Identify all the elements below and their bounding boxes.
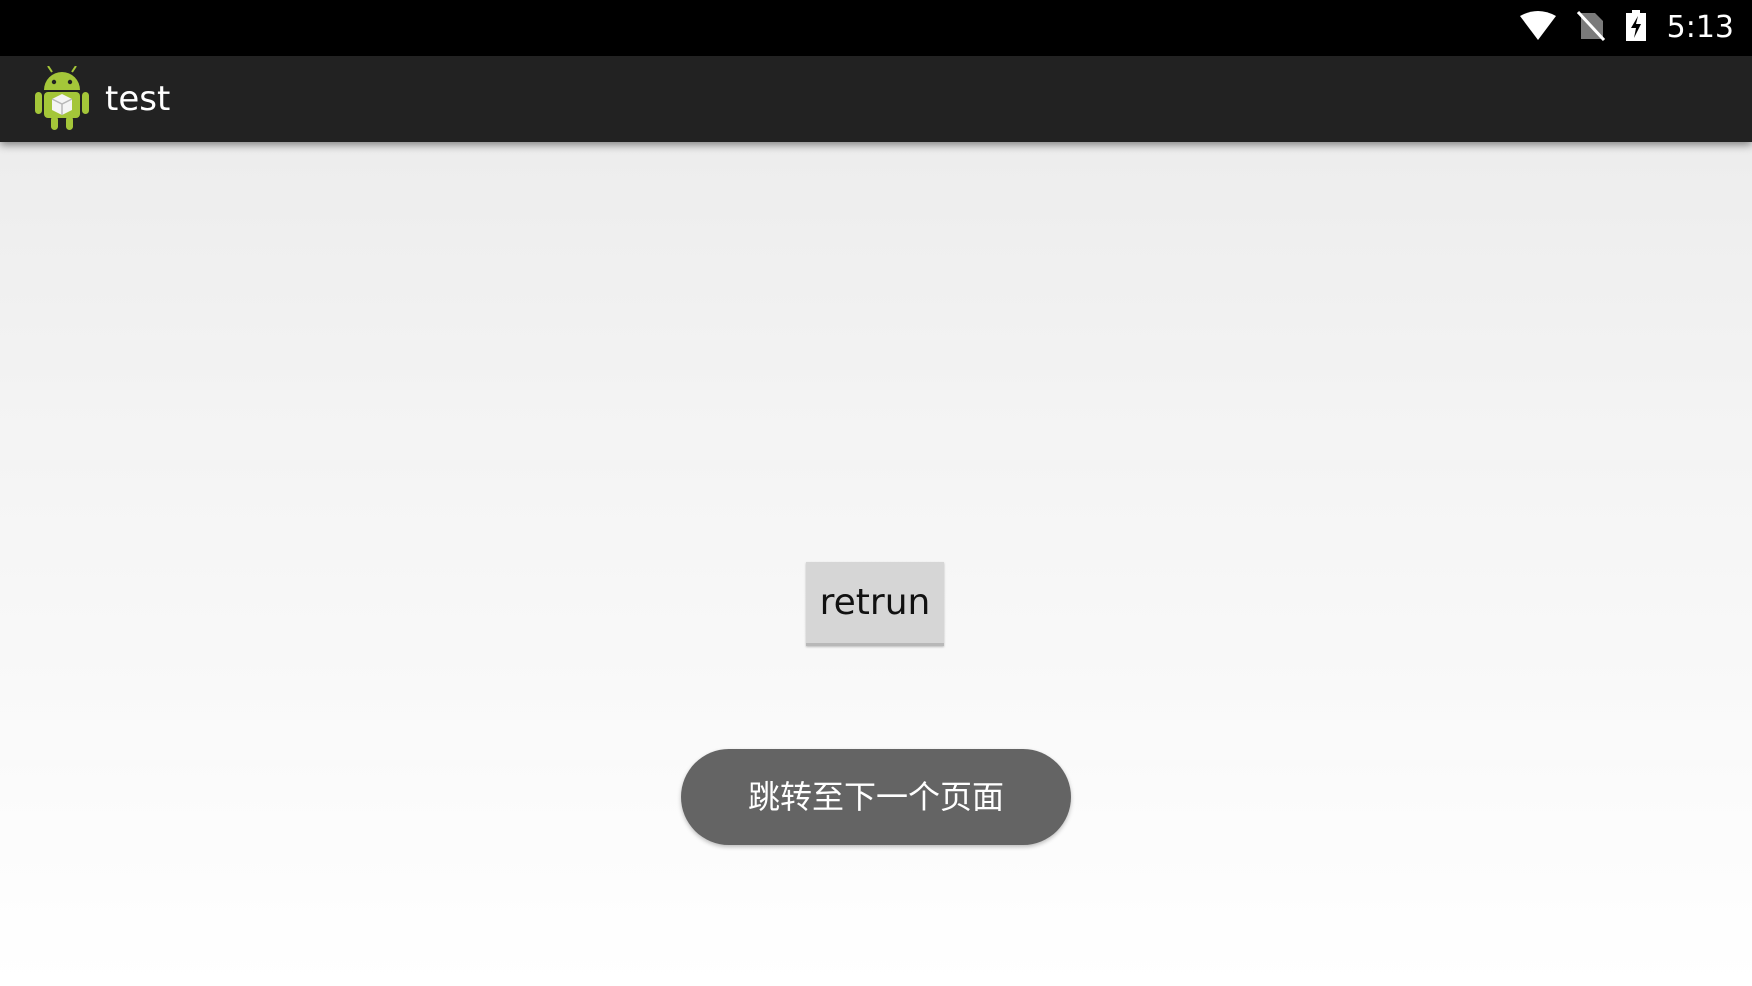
wifi-icon — [1519, 11, 1557, 45]
battery-charging-icon — [1625, 10, 1647, 46]
action-bar: test — [0, 56, 1752, 142]
android-app-icon[interactable] — [34, 65, 90, 132]
status-bar: 5:13 — [0, 0, 1752, 56]
no-sim-icon — [1576, 10, 1605, 45]
status-icons: 5:13 — [1519, 0, 1734, 56]
toast-message: 跳转至下一个页面 — [681, 749, 1071, 845]
app-screen: 5:13 test retrun 跳转至下一个页面 — [0, 0, 1752, 986]
status-time: 5:13 — [1666, 10, 1734, 45]
app-title: test — [105, 79, 171, 119]
return-button[interactable]: retrun — [806, 562, 944, 646]
